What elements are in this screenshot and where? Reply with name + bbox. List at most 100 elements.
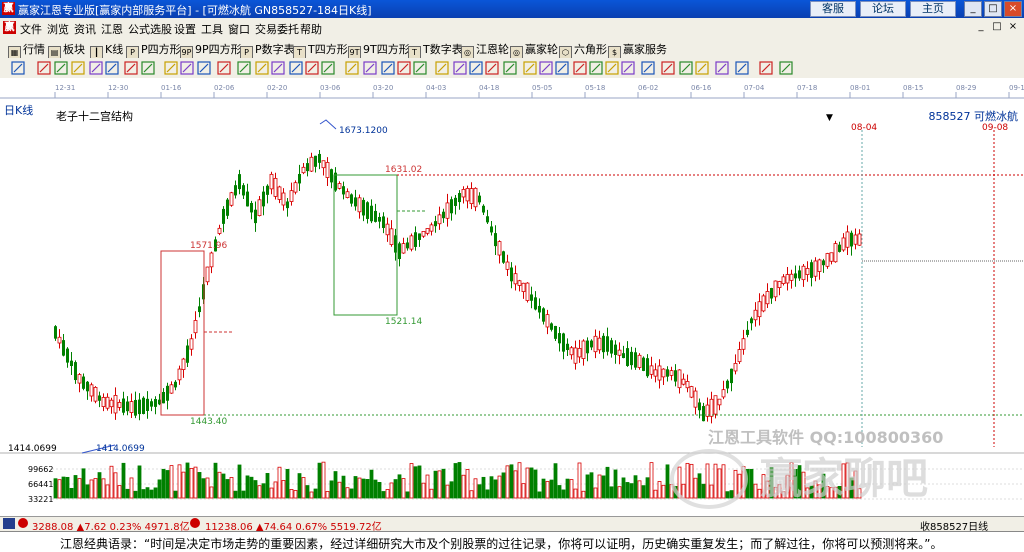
toolbar-t-table[interactable]: T T数字表 — [408, 41, 463, 59]
volume-bar — [233, 490, 238, 499]
candle-body-down — [510, 267, 513, 282]
candle-body-up — [273, 177, 278, 197]
tool-icon-stroke — [126, 63, 136, 73]
candle-body-down — [54, 326, 57, 339]
volume-bar — [249, 476, 254, 499]
tool-icon-stroke — [257, 63, 267, 73]
candle-body-down — [634, 352, 637, 368]
volume-bar — [209, 486, 214, 499]
volume-bar — [157, 479, 162, 499]
candle-body-up — [445, 202, 450, 219]
candle-body-down — [822, 260, 825, 266]
candle-body-up — [577, 348, 582, 358]
tool-icon-stroke — [717, 63, 727, 73]
candle-body-up — [741, 338, 746, 350]
volume-bar — [185, 462, 190, 499]
candle-body-down — [626, 348, 629, 366]
child-close-button[interactable]: × — [1006, 20, 1020, 34]
timeline-date: 04-03 — [426, 84, 446, 92]
customer-service-link[interactable]: 客服 — [810, 1, 856, 17]
forum-link[interactable]: 论坛 — [860, 1, 906, 17]
tool-icon-stroke — [323, 63, 333, 73]
volume-bar — [193, 466, 198, 499]
minimize-button[interactable]: _ — [964, 1, 982, 17]
volume-bar — [361, 478, 366, 499]
volume-bar — [57, 479, 62, 499]
menu-browse[interactable]: 浏览 — [47, 21, 69, 37]
toolbar-t-square[interactable]: T T四方形 — [293, 41, 348, 59]
candle-body-down — [566, 343, 569, 351]
close-button[interactable]: × — [1004, 1, 1022, 17]
child-restore-button[interactable]: □ — [990, 20, 1004, 34]
volume-bar — [385, 489, 390, 499]
candle-body-down — [146, 398, 149, 411]
drawing-tools-icons[interactable] — [0, 58, 1024, 78]
toolbar-gann-wheel[interactable]: ◎ 江恩轮 — [461, 41, 509, 59]
candle-body-up — [301, 166, 306, 174]
volume-bar — [105, 484, 110, 499]
volume-bar — [61, 476, 66, 499]
tool-icon-stroke — [697, 63, 707, 73]
volume-bar — [393, 479, 398, 499]
volume-bar — [629, 483, 634, 499]
timeline-date: 12-30 — [108, 84, 128, 92]
volume-bar — [589, 472, 594, 499]
volume-bar — [605, 466, 610, 499]
toolbar-winner-wheel[interactable]: ◎ 赢家轮 — [510, 41, 558, 59]
menu-window[interactable]: 窗口 — [228, 21, 250, 37]
menu-gann[interactable]: 江恩 — [101, 21, 123, 37]
candle-body-up — [321, 160, 326, 169]
volume-bar — [521, 483, 526, 499]
toolbar-9t-square[interactable]: 9T 9T四方形 — [348, 41, 410, 59]
tool-icon-stroke — [437, 63, 447, 73]
maximize-button[interactable]: □ — [984, 1, 1002, 17]
menu-logo-icon: 赢 — [3, 21, 16, 34]
homepage-link[interactable]: 主页 — [910, 1, 956, 17]
candle-body-down — [286, 201, 289, 209]
candle-body-down — [698, 402, 701, 411]
timeline-date: 07-18 — [797, 84, 817, 92]
menu-tools[interactable]: 工具 — [201, 21, 223, 37]
candle-body-down — [378, 216, 381, 222]
menu-formula[interactable]: 公式选股 — [128, 21, 172, 37]
toolbar-kline[interactable]: ┃ K线 — [90, 41, 123, 59]
main-toolbar: ▦ 行情 ▤ 板块 ┃ K线 P P四方形 9P 9P四方形 P P数字表 T T四方形 9T… — [0, 38, 1024, 59]
volume-bar — [561, 489, 566, 499]
volume-bar — [485, 489, 490, 499]
menu-settings[interactable]: 设置 — [174, 21, 196, 37]
candle-body-down — [702, 406, 705, 422]
toolbar-quotes[interactable]: ▦ 行情 — [8, 41, 45, 59]
menu-info[interactable]: 资讯 — [74, 21, 96, 37]
candle-body-up — [753, 309, 758, 321]
candle-body-down — [666, 369, 669, 377]
toolbar-p-square[interactable]: P P四方形 — [126, 41, 181, 59]
menu-trade[interactable]: 交易委托 — [255, 21, 299, 37]
candle-body-up — [309, 156, 314, 172]
toolbar-winner-service[interactable]: $ 赢家服务 — [608, 41, 667, 59]
toolbar-9p-square[interactable]: 9P 9P四方形 — [180, 41, 242, 59]
volume-bar — [433, 470, 438, 499]
stock-code-name: 858527 可燃冰航 — [928, 110, 1019, 123]
child-minimize-button[interactable]: _ — [974, 20, 988, 34]
volume-bar — [621, 477, 626, 499]
candle-body-up — [257, 199, 262, 217]
volume-bar — [369, 469, 374, 499]
toolbar-sectors[interactable]: ▤ 板块 — [48, 41, 85, 59]
window-title: 赢家江恩专业版[赢家内部服务平台] - [可燃冰航 GN858527-184日K… — [18, 4, 372, 17]
candle-body-down — [486, 216, 489, 223]
menu-file[interactable]: 文件 — [20, 21, 42, 37]
volume-bar — [365, 479, 370, 499]
volume-bar — [73, 475, 78, 499]
tool-icon-stroke — [781, 63, 791, 73]
volume-bar — [161, 468, 166, 499]
toolbar-p-table[interactable]: P P数字表 — [240, 41, 295, 59]
volume-bar — [89, 479, 94, 499]
dropdown-arrow-icon[interactable]: ▼ — [826, 113, 833, 123]
toolbar-hexagon[interactable]: ⬡ 六角形 — [559, 41, 607, 59]
volume-bar — [273, 481, 278, 499]
tool-icon-stroke — [487, 63, 497, 73]
timeline-date: 03-06 — [320, 84, 341, 92]
volume-bar — [637, 480, 642, 499]
menu-help[interactable]: 帮助 — [300, 21, 322, 37]
volume-bar — [325, 491, 330, 499]
